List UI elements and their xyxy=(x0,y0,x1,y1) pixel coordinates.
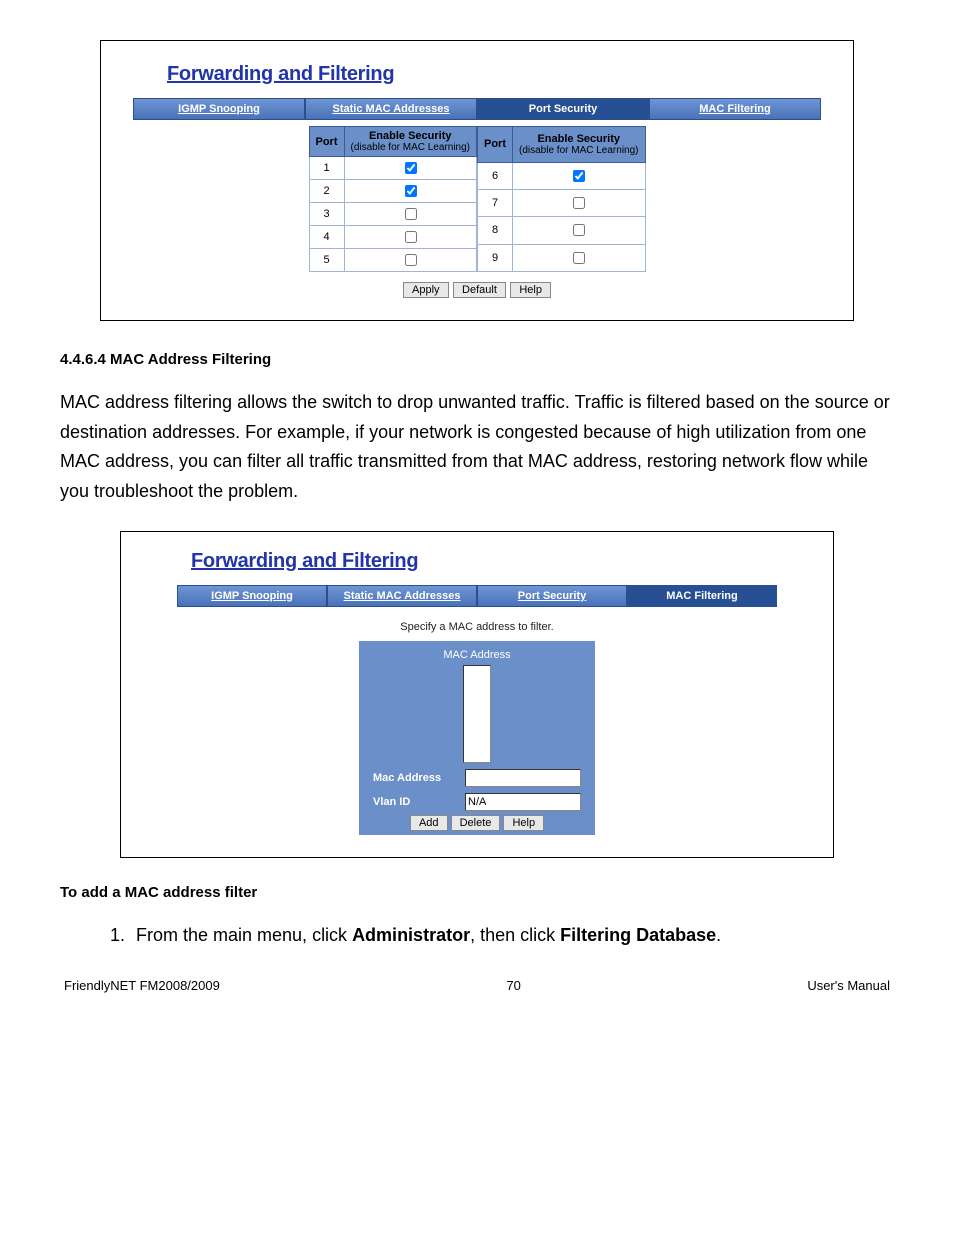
help-button[interactable]: Help xyxy=(510,282,551,298)
footer-center: 70 xyxy=(506,978,520,993)
tab-mac-filtering[interactable]: MAC Filtering xyxy=(649,98,821,120)
apply-button[interactable]: Apply xyxy=(403,282,449,298)
tab-bar: IGMP Snooping Static MAC Addresses Port … xyxy=(171,585,783,607)
tab-mac-filtering[interactable]: MAC Filtering xyxy=(627,585,777,607)
panel-title: Forwarding and Filtering xyxy=(191,550,783,573)
enable-security-checkbox[interactable] xyxy=(405,185,417,197)
mac-filter-panel: MAC Address Mac Address Vlan ID Add Dele… xyxy=(359,641,595,835)
enable-security-checkbox[interactable] xyxy=(573,170,585,182)
port-table-right: Port Enable Security (disable for MAC Le… xyxy=(477,126,646,272)
prompt-text: Specify a MAC address to filter. xyxy=(171,621,783,633)
port-tables: Port Enable Security (disable for MAC Le… xyxy=(127,126,827,272)
add-button[interactable]: Add xyxy=(410,815,448,831)
table-row: 9 xyxy=(478,244,646,271)
mac-address-input[interactable] xyxy=(465,769,581,787)
tab-port-security[interactable]: Port Security xyxy=(477,98,649,120)
mac-filter-body: Specify a MAC address to filter. MAC Add… xyxy=(171,613,783,839)
col-port: Port xyxy=(478,127,513,163)
section-heading: To add a MAC address filter xyxy=(60,884,894,901)
tab-port-security[interactable]: Port Security xyxy=(477,585,627,607)
mac-address-label: Mac Address xyxy=(373,772,455,784)
table-row: 3 xyxy=(309,203,477,226)
enable-security-checkbox[interactable] xyxy=(573,197,585,209)
screenshot-mac-filtering: Forwarding and Filtering IGMP Snooping S… xyxy=(120,531,834,858)
tab-static-mac[interactable]: Static MAC Addresses xyxy=(305,98,477,120)
panel-title: Forwarding and Filtering xyxy=(167,63,827,86)
mac-address-listbox[interactable] xyxy=(463,665,491,763)
tab-igmp-snooping[interactable]: IGMP Snooping xyxy=(177,585,327,607)
tab-igmp-snooping[interactable]: IGMP Snooping xyxy=(133,98,305,120)
footer-left: FriendlyNET FM2008/2009 xyxy=(64,978,220,993)
delete-button[interactable]: Delete xyxy=(451,815,501,831)
page-footer: FriendlyNET FM2008/2009 70 User's Manual xyxy=(60,978,894,993)
button-row: Apply Default Help xyxy=(127,280,827,298)
list-item: From the main menu, click Administrator,… xyxy=(130,921,894,950)
col-enable: Enable Security (disable for MAC Learnin… xyxy=(513,127,646,163)
enable-security-checkbox[interactable] xyxy=(573,252,585,264)
enable-security-checkbox[interactable] xyxy=(573,224,585,236)
port-table-left: Port Enable Security (disable for MAC Le… xyxy=(309,126,478,272)
table-row: 2 xyxy=(309,180,477,203)
enable-security-checkbox[interactable] xyxy=(405,231,417,243)
table-row: 6 xyxy=(478,162,646,189)
help-button[interactable]: Help xyxy=(503,815,544,831)
list-header: MAC Address xyxy=(373,649,581,661)
section-heading: 4.4.6.4 MAC Address Filtering xyxy=(60,351,894,368)
table-row: 7 xyxy=(478,189,646,216)
screenshot-port-security: Forwarding and Filtering IGMP Snooping S… xyxy=(100,40,854,321)
instruction-list: From the main menu, click Administrator,… xyxy=(60,921,894,950)
col-port: Port xyxy=(309,127,344,157)
vlan-id-row: Vlan ID xyxy=(373,793,581,811)
enable-security-checkbox[interactable] xyxy=(405,162,417,174)
mac-address-row: Mac Address xyxy=(373,769,581,787)
enable-security-checkbox[interactable] xyxy=(405,254,417,266)
table-row: 1 xyxy=(309,157,477,180)
footer-right: User's Manual xyxy=(807,978,890,993)
table-row: 4 xyxy=(309,226,477,249)
button-row: Add Delete Help xyxy=(373,815,581,831)
col-enable: Enable Security (disable for MAC Learnin… xyxy=(344,127,477,157)
enable-security-checkbox[interactable] xyxy=(405,208,417,220)
vlan-id-label: Vlan ID xyxy=(373,796,455,808)
default-button[interactable]: Default xyxy=(453,282,506,298)
body-paragraph: MAC address filtering allows the switch … xyxy=(60,388,894,507)
table-row: 8 xyxy=(478,217,646,244)
tab-bar: IGMP Snooping Static MAC Addresses Port … xyxy=(127,98,827,120)
vlan-id-input[interactable] xyxy=(465,793,581,811)
table-row: 5 xyxy=(309,249,477,272)
tab-static-mac[interactable]: Static MAC Addresses xyxy=(327,585,477,607)
